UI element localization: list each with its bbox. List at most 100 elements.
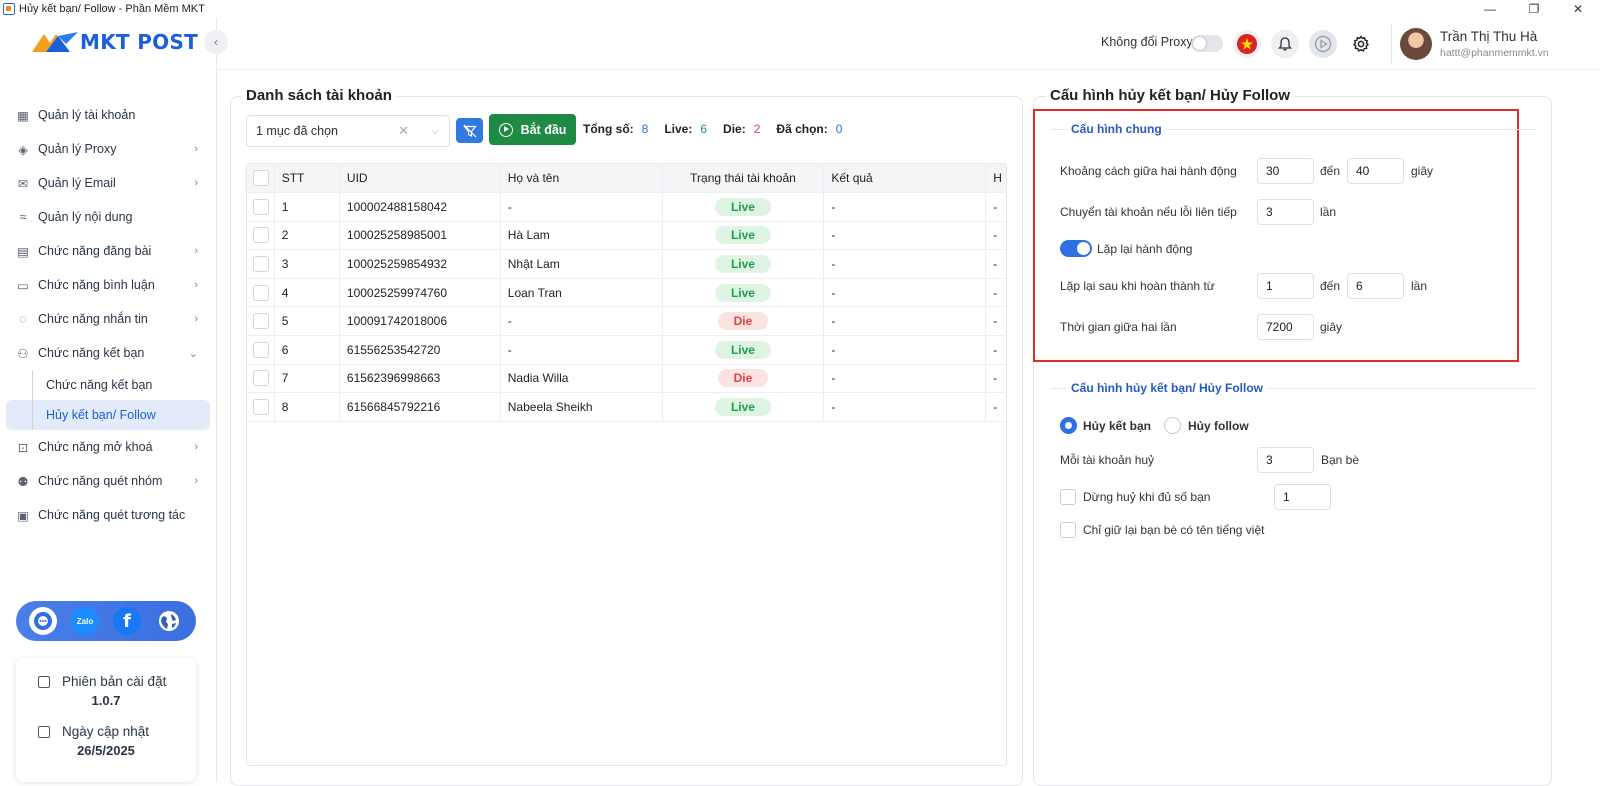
table-row[interactable]: 4 100025259974760 Loan Tran Live - - [247,278,1006,308]
name-cell: - [501,193,663,221]
status-cell: Live [663,278,825,307]
sidebar-item[interactable]: ▣ Chức năng quét tương tác [6,498,210,532]
repeat-after-label: Lặp lại sau khi hoàn thành từ [1060,279,1215,293]
globe-icon[interactable] [155,607,183,635]
repeat-from-input[interactable]: 1 [1257,273,1314,299]
table-row[interactable]: 3 100025259854932 Nhật Lam Live - - [247,250,1006,279]
table-row[interactable]: 6 61556253542720- Live - - [247,335,1006,365]
status-badge: Live [714,254,771,273]
stt-cell: 7 [275,364,340,393]
accounts-title: Danh sách tài khoản [242,87,396,104]
close-button[interactable]: ✕ [1556,0,1600,18]
repeat-to-input[interactable]: 6 [1347,273,1404,299]
select-all-checkbox[interactable] [253,170,269,186]
table-row[interactable]: 5 100091742018006- Die - - [247,307,1006,336]
column-header[interactable]: Trạng thái tài khoản [663,164,825,192]
dashboard-icon: ▦ [17,108,29,123]
uid-cell: 100025258985001 [340,221,501,250]
sidebar-subitem[interactable]: Hủy kết bạn/ Follow [6,400,210,430]
status-cell: Live [663,393,825,421]
per-account-label: Mỗi tài khoản huỷ [1060,453,1155,467]
repeat-toggle[interactable] [1060,240,1092,257]
status-badge: Die [717,369,769,388]
sidebar-item[interactable]: ⚉ Chức năng quét nhóm › [6,464,210,498]
per-account-input[interactable]: 3 [1257,447,1314,473]
unfollow-radio-label: Hủy follow [1188,419,1249,433]
table-row[interactable]: 8 61566845792216 Nabeela Sheikh Live - - [247,393,1006,422]
sidebar-item[interactable]: ⚇ Chức năng kết bạn ⌄ [6,336,210,370]
unfollow-radio[interactable] [1164,417,1181,434]
name-cell: Nhật Lam [501,250,663,278]
bell-icon [1278,37,1292,51]
column-header[interactable]: H [986,164,1006,192]
result-cell: - [824,193,987,221]
switch-account-unit: lần [1320,205,1337,219]
stop-checkbox[interactable] [1060,489,1076,505]
row-checkbox[interactable] [253,313,269,330]
chevron-down-icon[interactable]: ⌵ [431,126,439,137]
filter-clear-button[interactable] [456,118,483,143]
column-header[interactable]: Kết quả [824,164,987,192]
extra-cell: - [993,371,998,386]
notification-button[interactable] [1271,30,1299,58]
table-row[interactable]: 7 61562396998663 Nadia Willa Die - - [247,364,1006,394]
proxy-label: Không đổi Proxy [1101,35,1193,49]
zalo-icon[interactable]: Zalo [71,607,99,635]
chevron-icon: › [194,143,198,155]
result-cell: - [824,335,987,364]
uid-cell: 100025259854932 [340,250,501,278]
table-row[interactable]: 1 100002488158042- Live - - [247,193,1006,222]
sidebar-item[interactable]: ⊡ Chức năng mở khoá › [6,430,210,464]
keep-vietnamese-checkbox[interactable] [1060,522,1076,538]
unfriend-radio[interactable] [1060,417,1077,434]
uid-cell: 100025259974760 [340,278,501,307]
uid-cell: 61556253542720 [340,335,501,364]
facebook-icon[interactable]: f [113,607,141,635]
run-button[interactable] [1309,30,1337,58]
uid-cell: 100002488158042 [340,193,501,221]
minimize-button[interactable]: — [1468,0,1512,18]
column-header[interactable]: UID [340,164,501,192]
stt-cell: 4 [275,278,340,307]
start-button[interactable]: Bắt đầu [489,114,576,145]
delay-from-input[interactable]: 30 [1257,158,1314,184]
row-checkbox[interactable] [253,341,269,358]
status-badge: Live [714,226,771,245]
support-icon[interactable] [29,607,57,635]
stt-cell: 8 [275,393,340,421]
window-controls: — ❐ ✕ [1468,0,1600,18]
row-checkbox[interactable] [253,284,269,301]
proxy-toggle[interactable] [1191,35,1223,52]
account-select[interactable]: 1 mục đã chọn ✕ ⌵ [246,115,450,147]
interval-input[interactable]: 7200 [1257,314,1314,340]
restore-button[interactable]: ❐ [1512,0,1556,18]
table-row[interactable]: 2 100025258985001 Hà Lam Live - - [247,221,1006,251]
row-checkbox[interactable] [253,198,269,215]
sidebar-item[interactable]: ▤ Chức năng đăng bài › [6,234,210,268]
die-value: 2 [753,122,761,136]
status-cell: Live [663,193,825,221]
sidebar-item[interactable]: ▦ Quản lý tài khoản [6,98,210,132]
stop-input[interactable]: 1 [1274,484,1331,510]
sidebar-item[interactable]: ≈ Quản lý nội dung [6,200,210,234]
sidebar-item[interactable]: ◈ Quản lý Proxy › [6,132,210,166]
delay-to-input[interactable]: 40 [1347,158,1404,184]
sidebar-item[interactable]: ▭ Chức năng bình luận › [6,268,210,302]
row-checkbox[interactable] [253,370,269,387]
row-checkbox[interactable] [253,227,269,244]
clear-icon[interactable]: ✕ [398,123,409,139]
copy-icon [38,675,50,688]
user-profile[interactable]: Trần Thị Thu Hà hattt@phanmemmkt.vn [1391,24,1549,64]
row-checkbox[interactable] [253,398,269,415]
sidebar-item[interactable]: ✉ Quản lý Email › [6,166,210,200]
sidebar-item[interactable]: ◌ Chức năng nhắn tin › [6,302,210,336]
row-checkbox[interactable] [253,255,269,272]
language-button[interactable] [1233,30,1261,58]
sidebar-subitem[interactable]: Chức năng kết bạn [6,370,210,400]
checkbox-cell [247,335,275,364]
status-badge: Live [714,197,771,216]
column-header[interactable]: Họ và tên [501,164,663,192]
column-header[interactable]: STT [275,164,340,192]
switch-account-input[interactable]: 3 [1257,199,1314,225]
settings-button[interactable] [1347,30,1375,58]
